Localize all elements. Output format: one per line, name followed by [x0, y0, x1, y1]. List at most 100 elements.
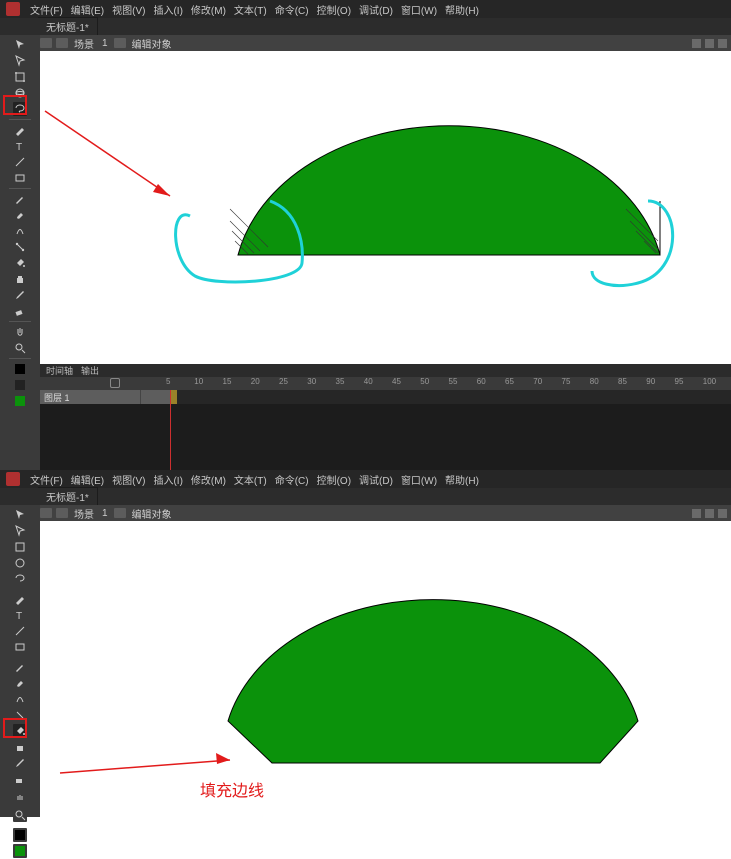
- menu-window[interactable]: 窗口(W): [401, 2, 437, 17]
- selection-tool-icon[interactable]: [13, 38, 27, 52]
- fill-color-swatch[interactable]: [13, 394, 27, 408]
- rectangle-tool-icon-b[interactable]: [13, 640, 27, 654]
- 3d-rotation-tool-icon[interactable]: [13, 86, 27, 100]
- subselection-tool-icon-b[interactable]: [13, 524, 27, 538]
- menu-insert-b[interactable]: 插入(I): [153, 472, 182, 487]
- timeline-layer-row[interactable]: 图层 1: [40, 390, 731, 404]
- near-swatch-icon[interactable]: [13, 378, 27, 392]
- view-popup-icon[interactable]: [692, 39, 701, 48]
- doc-tab[interactable]: 无标题-1*: [38, 17, 98, 35]
- menu-edit[interactable]: 编辑(E): [71, 2, 104, 17]
- stage-b[interactable]: 填充边线: [40, 521, 731, 815]
- menu-control-b[interactable]: 控制(O): [317, 472, 351, 487]
- layer-lock-icon[interactable]: [110, 378, 120, 388]
- layer-frames[interactable]: [171, 390, 731, 404]
- eraser-tool-icon-b[interactable]: [13, 772, 27, 786]
- menu-debug[interactable]: 调试(D): [359, 2, 393, 17]
- stroke-color-swatch-b[interactable]: [13, 828, 27, 842]
- stage-canvas-b[interactable]: [40, 521, 731, 815]
- brush-tool-icon-b[interactable]: [13, 676, 27, 690]
- scene-clip-icon[interactable]: [114, 38, 126, 48]
- back-scene-icon[interactable]: [40, 38, 52, 48]
- menu-file[interactable]: 文件(F): [30, 2, 63, 17]
- view-popup-icon-b[interactable]: [692, 509, 701, 518]
- lasso-tool-icon[interactable]: [13, 102, 27, 116]
- bone-tool-icon[interactable]: [13, 240, 27, 254]
- menu-file-b[interactable]: 文件(F): [30, 472, 63, 487]
- bone-tool-icon-b[interactable]: [13, 708, 27, 722]
- line-tool-icon-b[interactable]: [13, 624, 27, 638]
- doc-tab-b[interactable]: 无标题-1*: [38, 487, 98, 505]
- menu-edit-b[interactable]: 编辑(E): [71, 472, 104, 487]
- pencil-tool-icon[interactable]: [13, 192, 27, 206]
- menu-text[interactable]: 文本(T): [234, 2, 267, 17]
- 3d-rotation-tool-icon-b[interactable]: [13, 556, 27, 570]
- zoom-tool-icon[interactable]: [13, 341, 27, 355]
- scene-bar-b: 场景 1 编辑对象: [0, 505, 731, 521]
- eraser-tool-icon[interactable]: [13, 304, 27, 318]
- free-transform-tool-icon[interactable]: [13, 70, 27, 84]
- menu-help-b[interactable]: 帮助(H): [445, 472, 479, 487]
- layer-flags[interactable]: [140, 390, 171, 404]
- menu-debug-b[interactable]: 调试(D): [359, 472, 393, 487]
- scene-right-icons-b: [692, 509, 727, 518]
- playhead[interactable]: [170, 390, 171, 470]
- menu-modify-b[interactable]: 修改(M): [191, 472, 226, 487]
- pencil-tool-icon-b[interactable]: [13, 660, 27, 674]
- menu-modify[interactable]: 修改(M): [191, 2, 226, 17]
- flash-panel-bottom: 文件(F) 编辑(E) 视图(V) 插入(I) 修改(M) 文本(T) 命令(C…: [0, 470, 731, 815]
- paint-bucket-tool-icon[interactable]: [13, 256, 27, 270]
- text-tool-icon-b[interactable]: T: [13, 608, 27, 622]
- pen-tool-icon-b[interactable]: [13, 592, 27, 606]
- zoom-popup-icon-b[interactable]: [705, 509, 714, 518]
- eyedropper-tool-icon-b[interactable]: [13, 756, 27, 770]
- deco-tool-icon-b[interactable]: [13, 692, 27, 706]
- free-transform-tool-icon-b[interactable]: [13, 540, 27, 554]
- fill-color-swatch-b[interactable]: [13, 844, 27, 858]
- timeline-tab-timeline[interactable]: 时间轴: [46, 364, 73, 377]
- ink-bottle-tool-icon[interactable]: [13, 272, 27, 286]
- fit-popup-icon[interactable]: [718, 39, 727, 48]
- stroke-color-swatch[interactable]: [13, 362, 27, 376]
- stage[interactable]: [40, 51, 731, 364]
- scene-icon[interactable]: [56, 38, 68, 48]
- menu-view[interactable]: 视图(V): [112, 2, 145, 17]
- line-tool-icon[interactable]: [13, 155, 27, 169]
- fit-popup-icon-b[interactable]: [718, 509, 727, 518]
- keyframe[interactable]: [171, 390, 177, 404]
- zoom-popup-icon[interactable]: [705, 39, 714, 48]
- eyedropper-tool-icon[interactable]: [13, 288, 27, 302]
- menu-control[interactable]: 控制(O): [317, 2, 351, 17]
- scene-icon-b[interactable]: [56, 508, 68, 518]
- subselection-tool-icon[interactable]: [13, 54, 27, 68]
- menu-text-b[interactable]: 文本(T): [234, 472, 267, 487]
- menu-view-b[interactable]: 视图(V): [112, 472, 145, 487]
- pen-tool-icon[interactable]: [13, 123, 27, 137]
- deco-tool-icon[interactable]: [13, 224, 27, 238]
- menu-insert[interactable]: 插入(I): [153, 2, 182, 17]
- ink-bottle-tool-icon-b[interactable]: [13, 740, 27, 754]
- rectangle-tool-icon[interactable]: [13, 171, 27, 185]
- brush-tool-icon[interactable]: [13, 208, 27, 222]
- hand-tool-icon[interactable]: [13, 325, 27, 339]
- menubar: 文件(F) 编辑(E) 视图(V) 插入(I) 修改(M) 文本(T) 命令(C…: [0, 0, 731, 18]
- timeline-tab-output[interactable]: 输出: [81, 364, 99, 377]
- scene-label-b: 场景: [74, 506, 94, 521]
- hand-tool-icon-b[interactable]: [13, 792, 27, 806]
- layer-name[interactable]: 图层 1: [40, 390, 140, 404]
- selection-tool-icon-b[interactable]: [13, 508, 27, 522]
- timeline-track-bg: [40, 404, 731, 470]
- menu-commands[interactable]: 命令(C): [275, 2, 309, 17]
- paint-bucket-tool-icon-b[interactable]: [13, 724, 27, 738]
- back-scene-icon-b[interactable]: [40, 508, 52, 518]
- menu-commands-b[interactable]: 命令(C): [275, 472, 309, 487]
- document-tabs-b: 无标题-1*: [0, 488, 731, 505]
- lasso-tool-icon-b[interactable]: [13, 572, 27, 586]
- zoom-tool-icon-b[interactable]: [13, 808, 27, 822]
- menu-help[interactable]: 帮助(H): [445, 2, 479, 17]
- scene-clip-icon-b[interactable]: [114, 508, 126, 518]
- scene-label: 场景: [74, 36, 94, 51]
- text-tool-icon[interactable]: T: [13, 139, 27, 153]
- stage-canvas[interactable]: [40, 51, 731, 364]
- menu-window-b[interactable]: 窗口(W): [401, 472, 437, 487]
